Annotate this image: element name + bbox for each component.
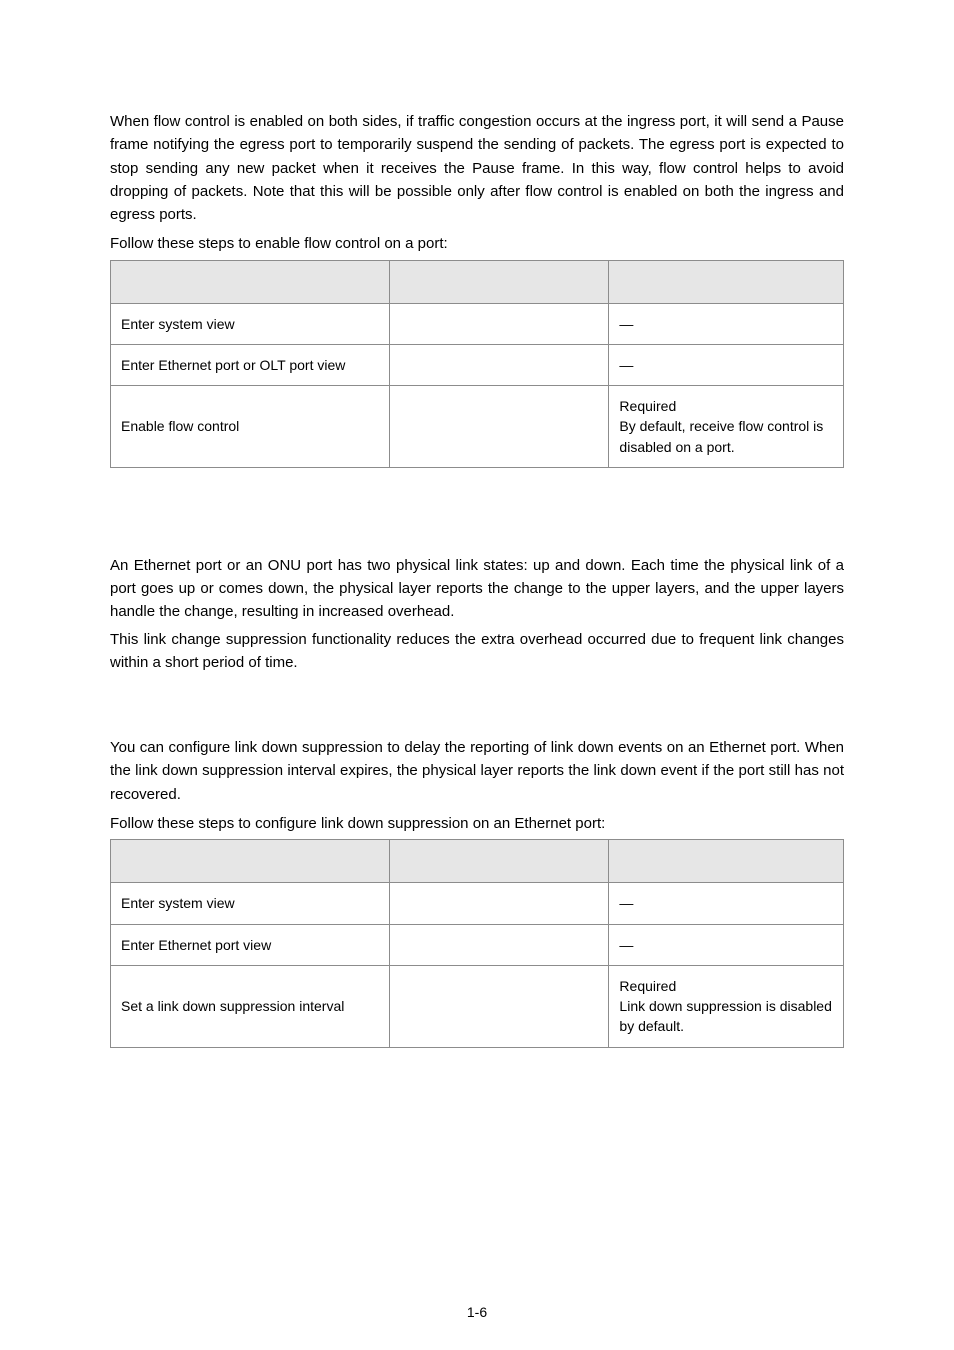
section3-paragraph-1: You can configure link down suppression … (110, 736, 844, 806)
table-row: Enable flow control RequiredBy default, … (111, 386, 844, 468)
table-row: Set a link down suppression interval Req… (111, 965, 844, 1047)
intro-paragraph-2: Follow these steps to enable flow contro… (110, 232, 844, 255)
table1-r1-c2 (389, 344, 609, 385)
table1-header-2 (389, 260, 609, 303)
section2-paragraph-2: This link change suppression functionali… (110, 628, 844, 675)
table2-r1-c2 (389, 924, 609, 965)
table1-header-1 (111, 260, 390, 303)
table2-header-1 (111, 840, 390, 883)
table1-r0-c2 (389, 303, 609, 344)
intro-paragraph-1: When flow control is enabled on both sid… (110, 110, 844, 226)
table2-r0-c1: Enter system view (111, 883, 390, 924)
section3-paragraph-2: Follow these steps to configure link dow… (110, 812, 844, 835)
table1-r2-c1: Enable flow control (111, 386, 390, 468)
table2-r1-c1: Enter Ethernet port view (111, 924, 390, 965)
table1-r0-c1: Enter system view (111, 303, 390, 344)
table-row: Enter Ethernet port or OLT port view — (111, 344, 844, 385)
table2-header-2 (389, 840, 609, 883)
table1-r1-c1: Enter Ethernet port or OLT port view (111, 344, 390, 385)
table-row: Enter Ethernet port view — (111, 924, 844, 965)
link-down-suppression-table: Enter system view — Enter Ethernet port … (110, 839, 844, 1047)
table2-r1-c3: — (609, 924, 844, 965)
table-row: Enter system view — (111, 883, 844, 924)
flow-control-table: Enter system view — Enter Ethernet port … (110, 260, 844, 468)
table2-r2-c2 (389, 965, 609, 1047)
table2-r2-c3: RequiredLink down suppression is disable… (609, 965, 844, 1047)
table-row: Enter system view — (111, 303, 844, 344)
table1-r1-c3: — (609, 344, 844, 385)
table2-r0-c3: — (609, 883, 844, 924)
table1-r2-c3: RequiredBy default, receive flow control… (609, 386, 844, 468)
table2-r0-c2 (389, 883, 609, 924)
table1-r0-c3: — (609, 303, 844, 344)
table1-header-3 (609, 260, 844, 303)
table2-header-3 (609, 840, 844, 883)
section2-paragraph-1: An Ethernet port or an ONU port has two … (110, 554, 844, 624)
page-number: 1-6 (0, 1304, 954, 1320)
table2-r2-c1: Set a link down suppression interval (111, 965, 390, 1047)
table1-r2-c2 (389, 386, 609, 468)
